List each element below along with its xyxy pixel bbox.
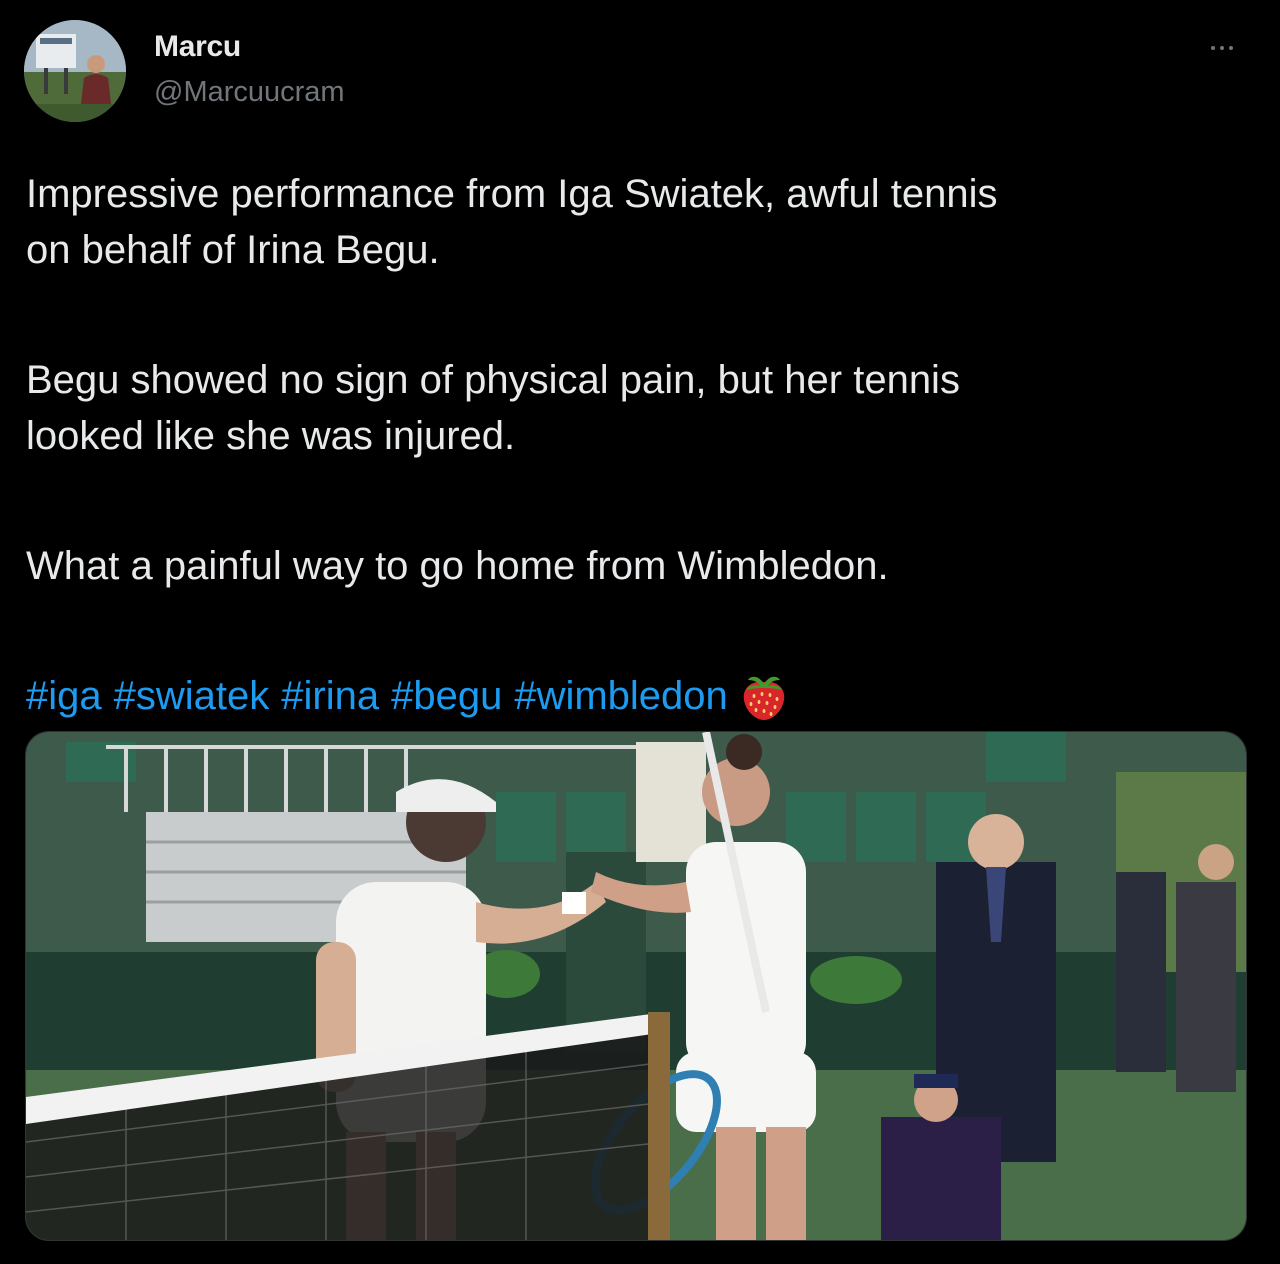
photo-tennis-handshake [26, 732, 1246, 1240]
tweet-paragraph-2-line-1: Begu showed no sign of physical pain, bu… [26, 358, 960, 402]
tweet-card[interactable]: Marcu @Marcuucram Impressive performance… [0, 0, 1280, 1264]
hashtag-begu[interactable]: #begu [391, 668, 502, 724]
hashtag-iga[interactable]: #iga [26, 668, 102, 724]
hashtag-irina[interactable]: #irina [281, 668, 379, 724]
tweet-text: Impressive performance from Iga Swiatek,… [26, 166, 1246, 724]
tweet-photo[interactable] [25, 731, 1247, 1241]
tweet-paragraph-1-line-2: on behalf of Irina Begu. [26, 228, 440, 272]
avatar-photo-icon [24, 20, 126, 122]
author-avatar[interactable] [24, 20, 126, 122]
strawberry-icon [740, 670, 788, 722]
more-horizontal-icon [1211, 46, 1215, 50]
more-options-button[interactable] [1198, 30, 1246, 66]
more-dot [1220, 46, 1224, 50]
hashtag-wimbledon[interactable]: #wimbledon [514, 668, 727, 724]
author-display-name[interactable]: Marcu [154, 30, 241, 64]
tweet-paragraph-1: Impressive performance from Iga Swiatek,… [26, 166, 1246, 278]
tweet-paragraph-3-line-1: What a painful way to go home from Wimbl… [26, 544, 889, 588]
hashtag-row: #iga #swiatek #irina #begu #wimbledon [26, 668, 1246, 724]
hashtag-swiatek[interactable]: #swiatek [114, 668, 270, 724]
more-dot [1229, 46, 1233, 50]
tweet-paragraph-3: What a painful way to go home from Wimbl… [26, 538, 1246, 594]
author-handle[interactable]: @Marcuucram [154, 76, 345, 109]
tweet-paragraph-1-line-1: Impressive performance from Iga Swiatek,… [26, 172, 998, 216]
tweet-paragraph-2-line-2: looked like she was injured. [26, 414, 516, 458]
tweet-paragraph-2: Begu showed no sign of physical pain, bu… [26, 352, 1246, 464]
